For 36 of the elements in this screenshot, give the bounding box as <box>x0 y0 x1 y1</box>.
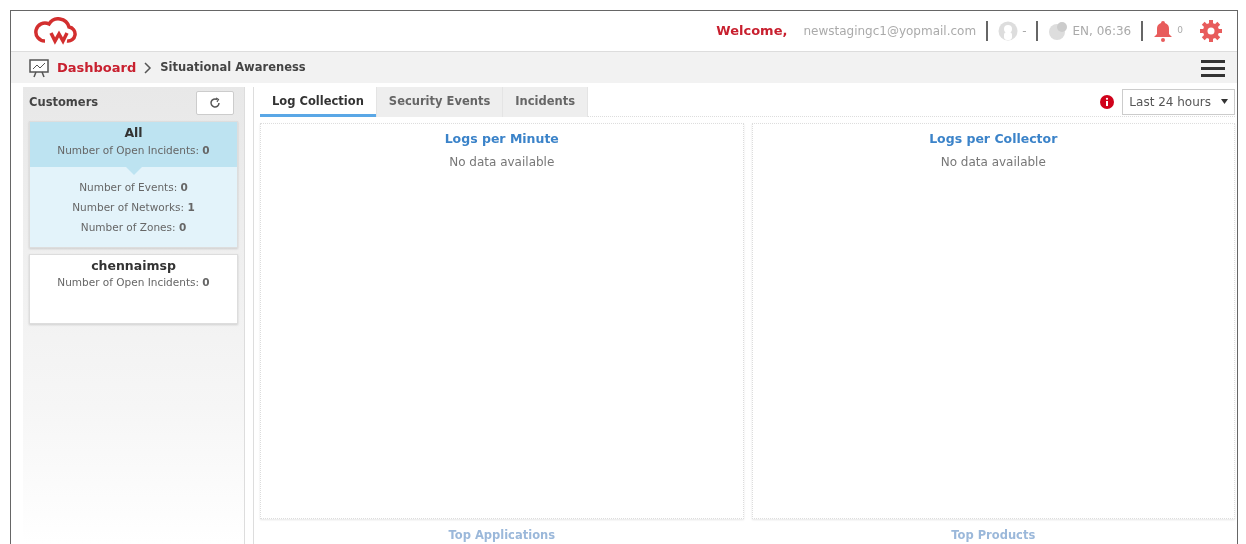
bell-icon <box>1153 20 1174 42</box>
customer-card[interactable]: All Number of Open Incidents: 0 Number of Events: 0 Number of Networks: 1 Number of Zones: 0 <box>29 121 238 248</box>
refresh-icon <box>209 97 221 109</box>
tab[interactable]: Incidents <box>503 86 589 117</box>
customer-name: All <box>123 124 144 142</box>
sidebar-title: Customers <box>29 94 99 112</box>
settings-button[interactable] <box>1199 18 1223 44</box>
empty-message: No data available <box>448 153 556 171</box>
empty-message: No data available <box>939 153 1047 171</box>
welcome-text: Welcome, <box>716 22 788 41</box>
customer-stat: Number of Networks: 1 <box>71 199 196 215</box>
tab[interactable]: Security Events <box>376 86 504 117</box>
globe-icon <box>1048 21 1069 41</box>
panel-title: Top Products <box>951 527 1036 542</box>
breadcrumb-current: Situational Awareness <box>160 58 306 76</box>
panel-title: Logs per Minute <box>443 130 560 148</box>
settings-icon <box>1199 19 1223 44</box>
user-icon <box>998 21 1019 41</box>
menu-icon <box>1201 58 1225 78</box>
customer-card[interactable]: chennaimsp Number of Open Incidents: 0 <box>29 253 238 324</box>
caret-icon <box>1221 99 1228 104</box>
user-email: newstagingc1@yopmail.com <box>803 23 977 40</box>
customer-name: chennaimsp <box>90 256 177 275</box>
customer-stat: Number of Events: 0 <box>78 179 189 195</box>
panel-title: Top Applications <box>448 527 556 542</box>
chevron-right-icon <box>144 61 153 74</box>
info-icon <box>1100 94 1115 109</box>
refresh-button[interactable] <box>196 91 234 115</box>
time-range-dropdown[interactable]: Last 24 hours <box>1122 88 1235 115</box>
breadcrumb-link[interactable]: Dashboard <box>57 57 137 78</box>
open-incidents-text: Number of Open Incidents: 0 <box>56 275 211 291</box>
panel-title: Logs per Collector <box>928 130 1059 148</box>
customer-stat: Number of Zones: 0 <box>79 219 188 235</box>
open-incidents-text: Number of Open Incidents: 0 <box>56 142 211 158</box>
presentation-board-icon <box>29 57 49 78</box>
tab[interactable]: Log Collection <box>260 86 377 117</box>
